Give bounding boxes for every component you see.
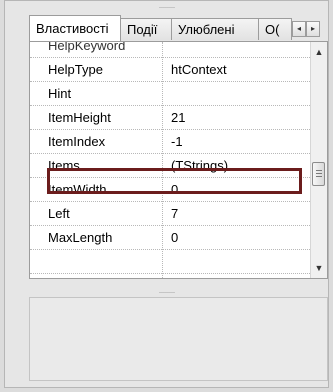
chevron-right-icon[interactable]: ▸ [306, 21, 320, 37]
property-value[interactable]: -1 [163, 130, 312, 153]
tab-events[interactable]: Події [120, 18, 172, 40]
property-value[interactable]: 7 [163, 202, 312, 225]
property-row-maxlength[interactable]: MaxLength 0 [30, 226, 312, 250]
chevron-left-icon[interactable]: ◂ [292, 21, 306, 37]
property-row-helptype[interactable]: HelpType htContext [30, 58, 312, 82]
property-name: ItemHeight [48, 110, 111, 125]
thumb-grip-line [316, 170, 322, 171]
property-row-itemheight[interactable]: ItemHeight 21 [30, 106, 312, 130]
property-row-empty [30, 250, 312, 274]
tab-properties[interactable]: Властивості [29, 15, 121, 41]
object-inspector-panel: ········ Властивості Події Улюблені О( ◂… [4, 0, 329, 388]
scroll-down-icon[interactable]: ▼ [311, 260, 327, 276]
property-value[interactable]: htContext [163, 58, 312, 81]
property-value[interactable]: 0 [163, 226, 312, 249]
splitter-grip-bottom[interactable]: ········ [5, 288, 328, 297]
property-row-hint[interactable]: Hint [30, 82, 312, 106]
property-name: HelpKeyword [48, 41, 126, 53]
property-name: Left [48, 206, 70, 221]
tab-more[interactable]: О( [258, 18, 292, 40]
property-row-left[interactable]: Left 7 [30, 202, 312, 226]
tab-favorites[interactable]: Улюблені [171, 18, 259, 40]
description-panel [29, 297, 328, 381]
property-name: MaxLength [48, 230, 113, 245]
scroll-up-icon[interactable]: ▲ [311, 44, 327, 60]
splitter-grip-top[interactable]: ········ [5, 3, 328, 12]
vertical-scrollbar[interactable]: ▲ ▼ [310, 42, 327, 278]
property-value[interactable] [163, 82, 312, 105]
property-value[interactable]: 21 [163, 106, 312, 129]
property-value[interactable] [163, 42, 312, 57]
items-row-highlight [47, 168, 302, 194]
property-row-itemindex[interactable]: ItemIndex -1 [30, 130, 312, 154]
property-name: HelpType [48, 62, 103, 77]
scroll-thumb[interactable] [312, 162, 325, 186]
thumb-grip-line [316, 173, 322, 174]
property-name: ItemIndex [48, 134, 106, 149]
property-row-helpkeyword[interactable]: HelpKeyword [30, 41, 312, 58]
property-name: Hint [48, 86, 72, 101]
thumb-grip-line [316, 176, 322, 177]
inspector-tabs: Властивості Події Улюблені О( ◂ ▸ [29, 15, 320, 41]
property-grid: HelpKeyword HelpType htContext Hint Item… [29, 41, 328, 279]
column-divider[interactable] [162, 42, 163, 278]
